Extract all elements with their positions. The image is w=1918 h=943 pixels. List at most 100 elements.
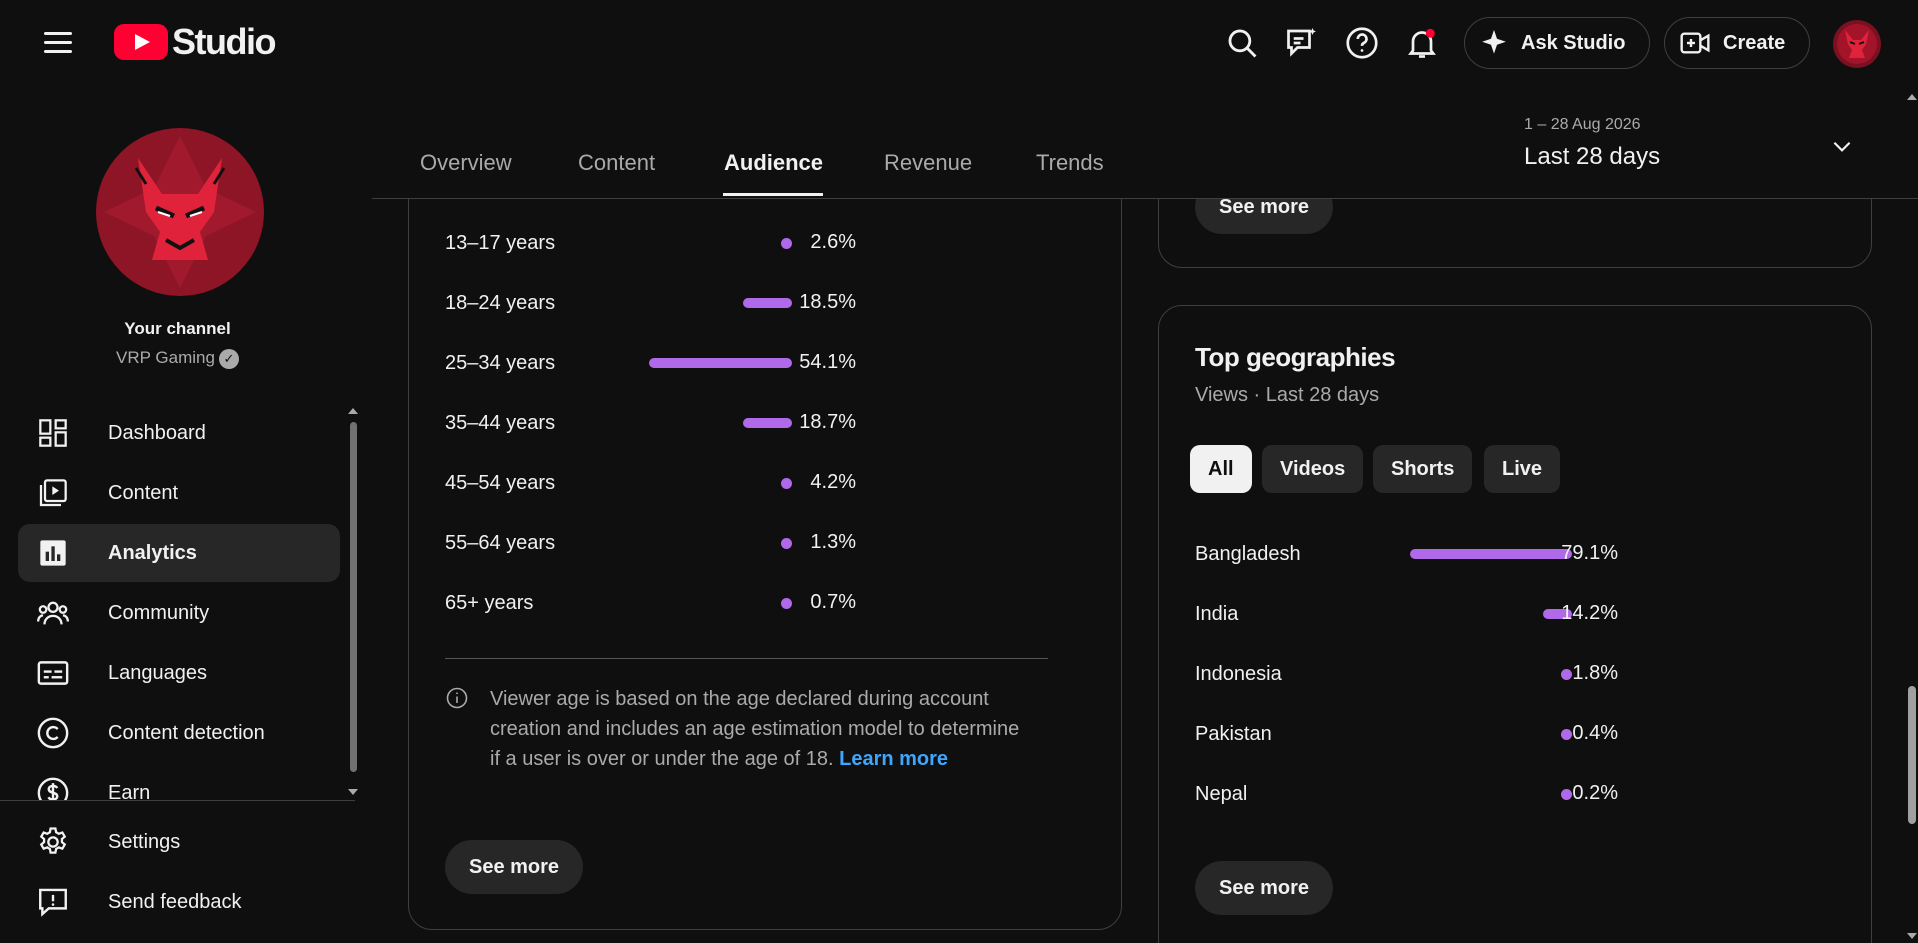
percentage-value: 1.3% [810, 531, 856, 553]
age-see-more-button[interactable]: See more [445, 840, 584, 894]
sidebar-scroll-down-arrow[interactable] [348, 789, 358, 795]
sidebar-item-label: Analytics [108, 541, 197, 564]
sidebar-item-label: Settings [108, 830, 181, 853]
percentage-value: 18.7% [799, 411, 856, 433]
sidebar-divider [0, 800, 355, 801]
page-scrollbar[interactable] [1908, 686, 1916, 824]
youtube-studio-logo[interactable]: Studio [114, 21, 276, 62]
geo-row: Bangladesh [1195, 539, 1301, 569]
active-tab-indicator [723, 193, 823, 196]
geo-label: Pakistan [1195, 722, 1272, 745]
menu-icon[interactable] [38, 26, 78, 60]
tab-trends[interactable]: Trends [1036, 150, 1104, 176]
percentage-value: 0.2% [1572, 782, 1618, 804]
geo-row: Pakistan [1195, 719, 1272, 749]
sidebar-item-analytics[interactable]: Analytics [18, 524, 340, 582]
account-avatar[interactable] [1833, 20, 1881, 68]
verified-check-icon: ✓ [218, 348, 239, 369]
percentage-value: 18.5% [799, 291, 856, 313]
create-button[interactable]: Create [1664, 17, 1810, 69]
sidebar-item-send-feedback[interactable]: Send feedback [18, 873, 340, 931]
percentage-value: 2.6% [810, 231, 856, 253]
tab-revenue[interactable]: Revenue [884, 150, 972, 176]
sidebar-scrollbar[interactable] [350, 422, 357, 772]
percentage-value: 54.1% [799, 351, 856, 373]
sidebar-item-label: Community [108, 601, 210, 624]
sidebar-item-label: Dashboard [108, 421, 206, 444]
channel-name-row: VRP Gaming ✓ [0, 348, 355, 369]
tab-overview[interactable]: Overview [420, 150, 512, 176]
sidebar-scroll-up-arrow[interactable] [348, 408, 358, 414]
age-divider [445, 658, 1048, 659]
sidebar-item-settings[interactable]: Settings [18, 813, 340, 871]
channel-avatar[interactable] [96, 128, 264, 296]
page-scroll-up-arrow[interactable] [1907, 94, 1917, 100]
age-row: 13–17 years [445, 228, 555, 258]
ask-studio-button[interactable]: Ask Studio [1464, 17, 1650, 69]
create-video-icon [1679, 27, 1711, 59]
chip-shorts[interactable]: Shorts [1373, 445, 1473, 493]
chip-videos[interactable]: Videos [1262, 445, 1364, 493]
ask-studio-label: Ask Studio [1521, 31, 1626, 54]
previous-see-more-button[interactable]: See more [1195, 199, 1334, 234]
date-range: 1 – 28 Aug 2026 [1524, 116, 1641, 133]
sidebar-item-dashboard[interactable]: Dashboard [18, 404, 340, 462]
percentage-value: 79.1% [1561, 542, 1618, 564]
sidebar-item-content[interactable]: Content [18, 464, 340, 522]
geo-label: India [1195, 602, 1239, 625]
content-icon [36, 476, 70, 510]
sparkle-icon [1479, 28, 1509, 58]
age-row: 35–44 years [445, 408, 555, 438]
subtitles-icon [36, 656, 70, 690]
age-row: 65+ years [445, 588, 533, 618]
age-label: 35–44 years [445, 411, 556, 434]
age-label: 25–34 years [445, 351, 556, 374]
tab-content[interactable]: Content [578, 150, 655, 176]
geo-card-subtitle: Views · Last 28 days [1195, 384, 1380, 406]
dashboard-icon [36, 416, 70, 450]
feedback-chat-icon[interactable] [1282, 22, 1322, 64]
percentage-value: 0.7% [810, 591, 856, 613]
sidebar-item-community[interactable]: Community [18, 584, 340, 642]
geo-label: Indonesia [1195, 662, 1282, 685]
percentage-bar [649, 358, 792, 368]
percentage-value: 1.8% [1572, 662, 1618, 684]
community-icon [36, 596, 70, 630]
chip-live[interactable]: Live [1484, 445, 1561, 493]
sidebar-item-content-detection[interactable]: Content detection [18, 704, 340, 762]
age-row: 45–54 years [445, 468, 555, 498]
analytics-content: 13–17 years 18–24 years 25–34 years 35–4… [372, 199, 1906, 943]
age-label: 13–17 years [445, 231, 556, 254]
search-icon[interactable] [1222, 22, 1262, 64]
youtube-logo-icon [114, 24, 168, 60]
age-row: 25–34 years [445, 348, 555, 378]
geo-card-title: Top geographies [1195, 342, 1396, 372]
age-label: 45–54 years [445, 471, 556, 494]
channel-title: Your channel [124, 319, 231, 338]
feedback-icon [36, 885, 70, 919]
chevron-down-icon[interactable] [1822, 126, 1862, 166]
learn-more-link[interactable]: Learn more [839, 748, 948, 770]
percentage-value: 0.4% [1572, 722, 1618, 744]
geo-row: India [1195, 599, 1238, 629]
geo-see-more-button[interactable]: See more [1195, 861, 1334, 915]
page-scroll-down-arrow[interactable] [1907, 933, 1917, 939]
sidebar-item-languages[interactable]: Languages [18, 644, 340, 702]
sidebar-item-label: Send feedback [108, 890, 242, 913]
notifications-bell-icon[interactable] [1402, 22, 1442, 64]
info-icon [445, 686, 469, 715]
date-period-label[interactable]: Last 28 days [1524, 143, 1660, 171]
sidebar-item-label: Languages [108, 661, 207, 684]
gear-icon [36, 825, 70, 859]
logo-text: Studio [172, 21, 276, 62]
help-icon[interactable] [1342, 22, 1382, 64]
age-row: 55–64 years [445, 528, 555, 558]
age-label: 18–24 years [445, 291, 556, 314]
geo-label: Nepal [1195, 782, 1248, 805]
percentage-value: 4.2% [810, 471, 856, 493]
tab-audience[interactable]: Audience [724, 150, 823, 176]
percentage-value: 14.2% [1561, 602, 1618, 624]
create-label: Create [1723, 31, 1786, 54]
chip-all[interactable]: All [1190, 445, 1252, 493]
age-note: Viewer age is based on the age declared … [490, 684, 1030, 774]
